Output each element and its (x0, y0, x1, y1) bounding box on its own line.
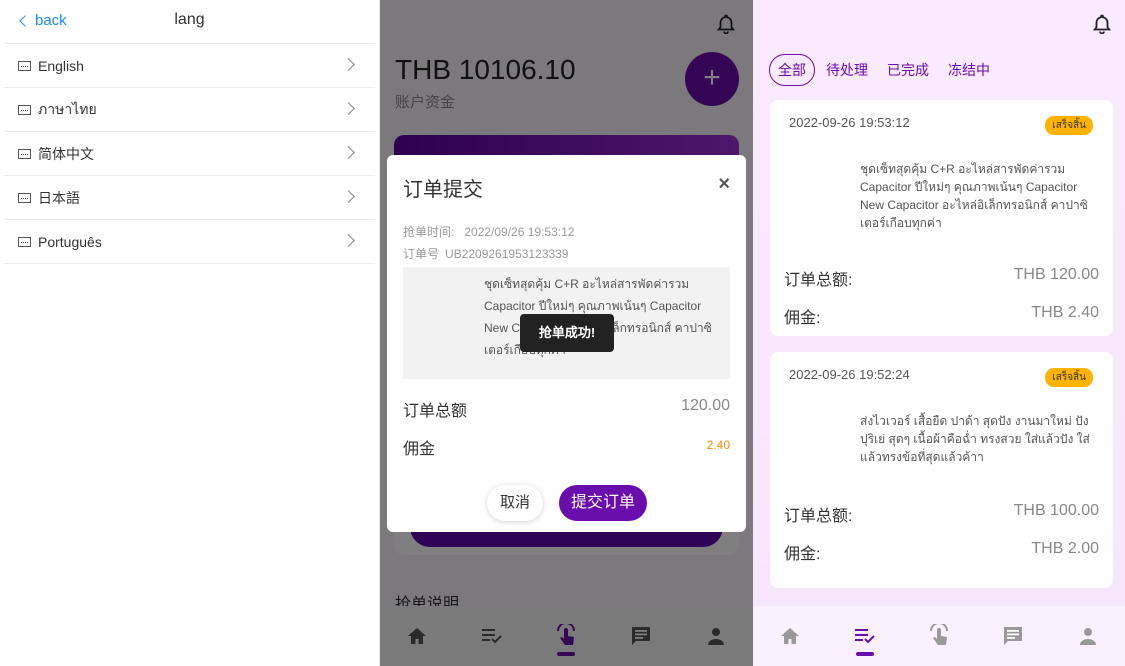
commission-row: 佣金 2.40 (403, 435, 730, 459)
grab-icon (929, 624, 948, 645)
filter-all[interactable]: 全部 (769, 54, 815, 86)
user-icon (1079, 628, 1096, 645)
close-icon[interactable]: × (718, 173, 730, 196)
tab-orders[interactable] (845, 616, 885, 656)
order-time: 2022-09-26 19:52:24 (789, 367, 910, 382)
grab-time: 抢单时间: 2022/09/26 19:53:12 (403, 223, 574, 240)
cancel-button[interactable]: 取消 (487, 485, 543, 521)
language-item-english[interactable]: English (4, 44, 375, 88)
success-toast: 抢单成功! (520, 314, 614, 352)
order-submit-page: THB 10106.10 账户资金 + 抢单说明 (380, 0, 753, 666)
order-total-row: 订单总额: THB 120.00 (784, 266, 1099, 290)
bottom-tab-bar (753, 606, 1125, 666)
language-label: ภาษาไทย (38, 100, 97, 117)
order-total-label: 订单总额: (784, 508, 853, 525)
tab-home[interactable] (770, 616, 810, 656)
language-label: Português (38, 233, 102, 250)
tab-messages[interactable] (993, 616, 1033, 656)
order-total-label: 订单总额 (403, 403, 468, 420)
order-total-value: 120.00 (681, 397, 730, 414)
flag-icon (18, 148, 31, 159)
chevron-right-icon (342, 146, 355, 159)
flag-icon (18, 192, 31, 203)
orders-page: 全部 待处理 已完成 冻结中 2022-09-26 19:53:12 เสร็จ… (753, 0, 1125, 666)
language-item-thai[interactable]: ภาษาไทย (4, 88, 375, 132)
order-number-value: UB2209261953123339 (445, 247, 569, 261)
tab-grab[interactable] (919, 616, 959, 656)
bell-icon[interactable] (1092, 14, 1112, 39)
page-title: lang (174, 11, 205, 28)
language-label: English (38, 57, 84, 74)
flag-icon (18, 60, 31, 71)
chevron-right-icon (342, 234, 355, 247)
order-total-value: THB 100.00 (1013, 502, 1099, 519)
flag-icon (18, 236, 31, 247)
commission-value: THB 2.40 (1031, 304, 1099, 321)
order-submit-dialog: 订单提交 × 抢单时间: 2022/09/26 19:53:12 订单号 UB220… (387, 155, 746, 532)
filter-frozen[interactable]: 冻结中 (940, 55, 998, 85)
order-number: 订单号 UB2209261953123339 (403, 245, 568, 262)
submit-order-button[interactable]: 提交订单 (559, 485, 647, 521)
commission-label: 佣金: (784, 310, 821, 327)
app-screens: back lang English ภาษาไทย 简体中文 日本語 Portu… (0, 0, 1125, 666)
commission-row: 佣金: THB 2.00 (784, 540, 1099, 564)
commission-value: 2.40 (706, 438, 730, 452)
order-title: ชุดเซ็ทสุดคุ้ม C+R อะไหล่สารพัดค่ารวม Ca… (860, 162, 1088, 230)
order-card[interactable]: 2022-09-26 19:52:24 เสร็จสิ้น ส่งไวเวอร์… (770, 352, 1113, 588)
grab-time-value: 2022/09/26 19:53:12 (464, 225, 575, 239)
chevron-right-icon (342, 102, 355, 115)
filter-completed[interactable]: 已完成 (879, 55, 937, 85)
language-item-chinese[interactable]: 简体中文 (4, 132, 375, 176)
commission-value: THB 2.00 (1031, 540, 1099, 557)
tab-active-indicator (855, 652, 874, 656)
grab-time-label: 抢单时间: (403, 225, 455, 239)
order-filter-tabs: 全部 待处理 已完成 冻结中 (769, 54, 1001, 86)
language-label: 简体中文 (38, 145, 94, 162)
filter-pending[interactable]: 待处理 (818, 55, 876, 85)
order-title: ส่งไวเวอร์ เสื้อยืด ปาด้า สุดปัง งานมาให… (860, 414, 1090, 464)
nav-bar: back lang (4, 0, 375, 44)
status-badge: เสร็จสิ้น (1045, 368, 1093, 387)
chevron-right-icon (342, 58, 355, 71)
commission-label: 佣金 (403, 441, 436, 458)
language-label: 日本語 (38, 189, 80, 206)
order-total-label: 订单总额: (784, 272, 853, 289)
status-badge: เสร็จสิ้น (1045, 116, 1093, 135)
chevron-right-icon (342, 190, 355, 203)
language-item-japanese[interactable]: 日本語 (4, 176, 375, 220)
language-item-portuguese[interactable]: Português (4, 220, 375, 264)
tab-profile[interactable] (1068, 616, 1108, 656)
home-icon (781, 628, 800, 644)
order-number-label: 订单号 (403, 247, 440, 261)
orders-icon (854, 629, 875, 644)
message-icon (1004, 627, 1023, 645)
order-time: 2022-09-26 19:53:12 (789, 115, 910, 130)
order-card[interactable]: 2022-09-26 19:53:12 เสร็จสิ้น ชุดเซ็ทสุด… (770, 100, 1113, 336)
commission-label: 佣金: (784, 546, 821, 563)
flag-icon (18, 104, 31, 115)
language-page: back lang English ภาษาไทย 简体中文 日本語 Portu… (0, 0, 380, 666)
order-total-row: 订单总额: THB 100.00 (784, 502, 1099, 526)
commission-row: 佣金: THB 2.40 (784, 304, 1099, 328)
dialog-title: 订单提交 (403, 179, 483, 201)
order-total-value: THB 120.00 (1013, 266, 1099, 283)
order-total-row: 订单总额 120.00 (403, 397, 730, 421)
